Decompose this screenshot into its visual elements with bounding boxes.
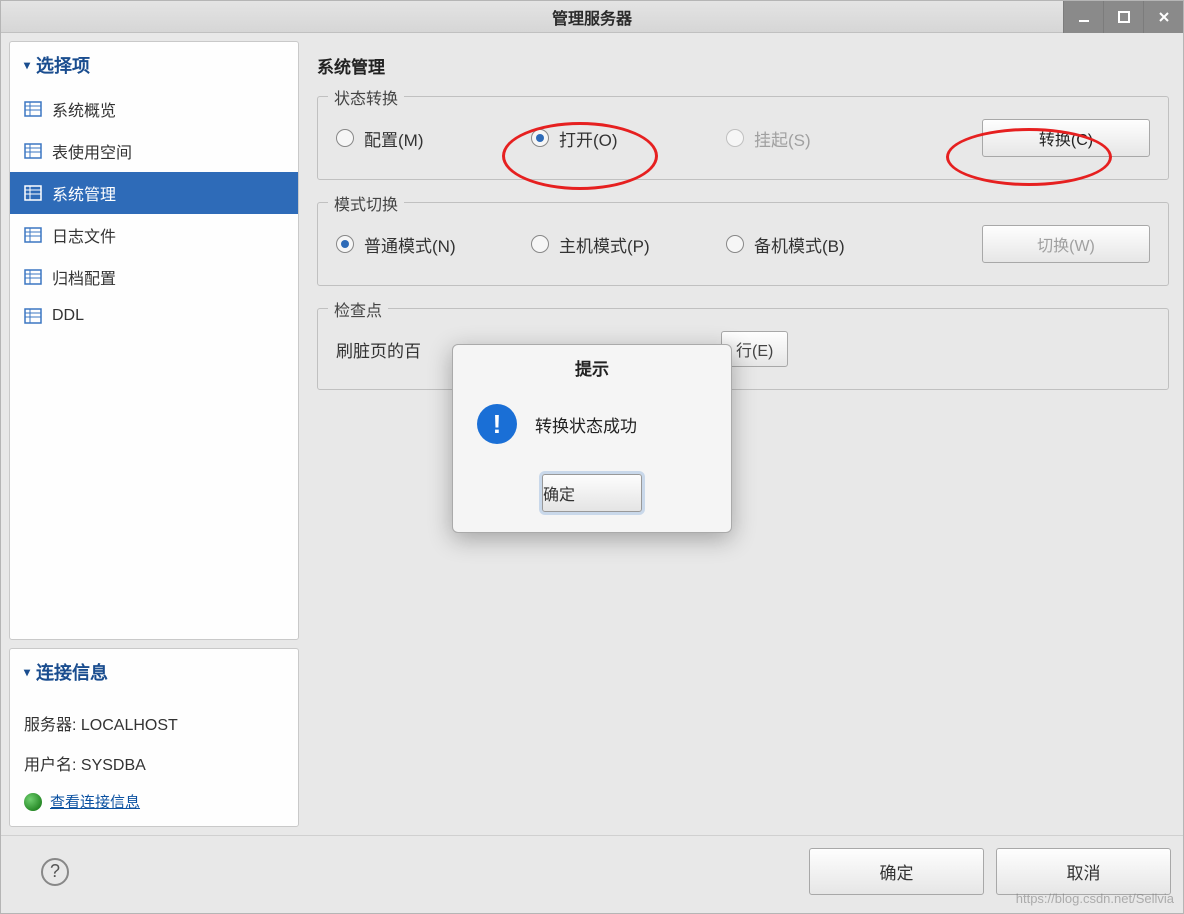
options-list: 系统概览 表使用空间 系统管理 日志文件 <box>10 88 298 340</box>
convert-button[interactable]: 转换(C) <box>982 119 1150 157</box>
checkpoint-label: 刷脏页的百 <box>336 337 421 362</box>
sidebar-item-overview[interactable]: 系统概览 <box>10 88 298 130</box>
radio-icon <box>336 235 354 253</box>
sidebar-item-ddl[interactable]: DDL <box>10 298 298 334</box>
radio-icon <box>726 129 744 147</box>
sidebar-item-logfiles[interactable]: 日志文件 <box>10 214 298 256</box>
sidebar-item-label: 表使用空间 <box>52 139 132 163</box>
radio-config[interactable]: 配置(M) <box>336 126 531 151</box>
state-fieldset: 状态转换 配置(M) 打开(O) 挂起(S) 转换(C) <box>317 96 1169 180</box>
radio-normal[interactable]: 普通模式(N) <box>336 232 531 257</box>
connection-info: 服务器: LOCALHOST 用户名: SYSDBA 查看连接信息 <box>10 695 298 826</box>
close-button[interactable] <box>1143 1 1183 33</box>
grid-icon <box>24 269 42 285</box>
view-connection-label: 查看连接信息 <box>50 791 140 812</box>
state-legend: 状态转换 <box>328 85 404 109</box>
sidebar-item-archive[interactable]: 归档配置 <box>10 256 298 298</box>
info-dialog: 提示 ! 转换状态成功 确定 <box>452 344 732 533</box>
titlebar: 管理服务器 <box>1 1 1183 33</box>
user-label: 用户名: <box>24 757 81 774</box>
sidebar-item-label: 归档配置 <box>52 265 116 289</box>
server-value: LOCALHOST <box>81 717 178 734</box>
radio-open[interactable]: 打开(O) <box>531 126 726 151</box>
window-title: 管理服务器 <box>1 5 1183 29</box>
radio-icon <box>531 235 549 253</box>
options-header[interactable]: 选择项 <box>10 42 298 88</box>
radio-standby[interactable]: 备机模式(B) <box>726 232 921 257</box>
radio-master[interactable]: 主机模式(P) <box>531 232 726 257</box>
radio-label: 备机模式(B) <box>754 232 845 257</box>
radio-icon <box>726 235 744 253</box>
help-button[interactable]: ? <box>41 858 69 886</box>
sidebar: 选择项 系统概览 表使用空间 系统管理 <box>9 41 299 827</box>
connection-icon <box>24 793 42 811</box>
watermark: https://blog.csdn.net/Sellvia <box>1016 891 1174 906</box>
sidebar-item-label: 系统概览 <box>52 97 116 121</box>
sidebar-item-sysmanage[interactable]: 系统管理 <box>10 172 298 214</box>
maximize-button[interactable] <box>1103 1 1143 33</box>
connection-header[interactable]: 连接信息 <box>10 649 298 695</box>
grid-icon <box>24 143 42 159</box>
cancel-button[interactable]: 取消 <box>996 848 1171 895</box>
radio-label: 主机模式(P) <box>559 232 650 257</box>
dialog-body: ! 转换状态成功 <box>453 396 731 474</box>
sidebar-item-label: 日志文件 <box>52 223 116 247</box>
main-title: 系统管理 <box>317 45 1169 96</box>
radio-icon <box>336 129 354 147</box>
sidebar-item-label: 系统管理 <box>52 181 116 205</box>
footer: ? 确定 取消 <box>1 835 1183 913</box>
radio-label: 打开(O) <box>559 126 618 151</box>
radio-label: 配置(M) <box>364 126 423 151</box>
view-connection-link[interactable]: 查看连接信息 <box>24 783 284 812</box>
grid-icon <box>24 308 42 324</box>
radio-label: 挂起(S) <box>754 126 811 151</box>
dialog-title: 提示 <box>453 345 731 396</box>
ok-button[interactable]: 确定 <box>809 848 984 895</box>
mode-fieldset: 模式切换 普通模式(N) 主机模式(P) 备机模式(B) 切换(W) <box>317 202 1169 286</box>
checkpoint-fieldset: 检查点 刷脏页的百 行(E) <box>317 308 1169 390</box>
checkpoint-legend: 检查点 <box>328 297 388 321</box>
mode-legend: 模式切换 <box>328 191 404 215</box>
switch-button: 切换(W) <box>982 225 1150 263</box>
radio-icon <box>531 129 549 147</box>
radio-suspend: 挂起(S) <box>726 126 921 151</box>
mode-radio-row: 普通模式(N) 主机模式(P) 备机模式(B) 切换(W) <box>336 225 1150 263</box>
grid-icon <box>24 101 42 117</box>
sidebar-item-label: DDL <box>52 307 84 325</box>
state-radio-row: 配置(M) 打开(O) 挂起(S) 转换(C) <box>336 119 1150 157</box>
server-row: 服务器: LOCALHOST <box>24 703 284 743</box>
dialog-message: 转换状态成功 <box>535 412 637 437</box>
dialog-actions: 确定 <box>453 474 731 532</box>
minimize-button[interactable] <box>1063 1 1103 33</box>
grid-icon <box>24 185 42 201</box>
grid-icon <box>24 227 42 243</box>
info-icon: ! <box>477 404 517 444</box>
user-value: SYSDBA <box>81 757 146 774</box>
sidebar-item-tablespace[interactable]: 表使用空间 <box>10 130 298 172</box>
window-controls <box>1063 1 1183 33</box>
options-panel: 选择项 系统概览 表使用空间 系统管理 <box>9 41 299 640</box>
radio-label: 普通模式(N) <box>364 232 456 257</box>
dialog-ok-button[interactable]: 确定 <box>542 474 642 512</box>
server-label: 服务器: <box>24 717 81 734</box>
user-row: 用户名: SYSDBA <box>24 743 284 783</box>
main-panel: 系统管理 状态转换 配置(M) 打开(O) 挂起(S) <box>307 41 1175 827</box>
connection-panel: 连接信息 服务器: LOCALHOST 用户名: SYSDBA 查看连接信息 <box>9 648 299 827</box>
